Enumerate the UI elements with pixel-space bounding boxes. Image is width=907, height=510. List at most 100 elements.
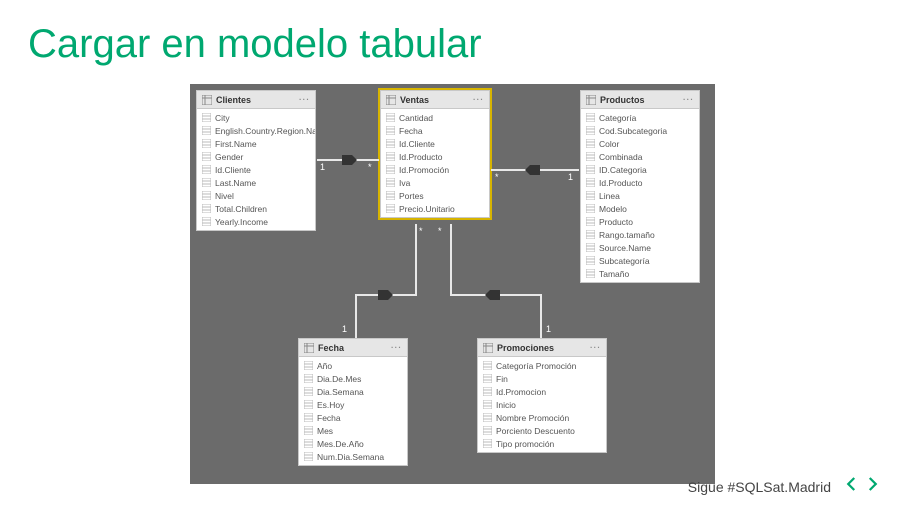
field-label: Categoría	[599, 113, 636, 123]
field-item[interactable]: Categoría Promoción	[478, 359, 606, 372]
column-icon	[483, 413, 492, 422]
more-icon[interactable]: ···	[299, 95, 310, 104]
diagram-canvas[interactable]: Clientes ··· CityEnglish.Country.Region.…	[190, 84, 715, 484]
field-item[interactable]: Num.Dia.Semana	[299, 450, 407, 463]
field-item[interactable]: Last.Name	[197, 176, 315, 189]
prev-slide-button[interactable]	[843, 475, 861, 498]
field-label: Id.Promoción	[399, 165, 449, 175]
field-label: Producto	[599, 217, 633, 227]
field-item[interactable]: Id.Producto	[381, 150, 489, 163]
column-icon	[386, 191, 395, 200]
field-item[interactable]: English.Country.Region.Na...	[197, 124, 315, 137]
field-item[interactable]: Id.Promocion	[478, 385, 606, 398]
rel-card-many: *	[495, 172, 499, 182]
table-ventas[interactable]: Ventas ··· CantidadFechaId.ClienteId.Pro…	[380, 90, 490, 218]
next-slide-button[interactable]	[863, 475, 881, 498]
field-list: Categoría PromociónFinId.PromocionInicio…	[478, 357, 606, 452]
field-label: Portes	[399, 191, 424, 201]
table-promociones[interactable]: Promociones ··· Categoría PromociónFinId…	[477, 338, 607, 453]
table-title: Fecha	[318, 343, 344, 353]
column-icon	[386, 178, 395, 187]
column-icon	[304, 413, 313, 422]
arrow-icon	[378, 290, 388, 300]
field-item[interactable]: Dia.De.Mes	[299, 372, 407, 385]
column-icon	[386, 126, 395, 135]
field-item[interactable]: Subcategoría	[581, 254, 699, 267]
field-item[interactable]: Tipo promoción	[478, 437, 606, 450]
field-item[interactable]: Source.Name	[581, 241, 699, 254]
field-item[interactable]: Cantidad	[381, 111, 489, 124]
more-icon[interactable]: ···	[590, 343, 601, 352]
field-label: Id.Producto	[599, 178, 642, 188]
more-icon[interactable]: ···	[683, 95, 694, 104]
field-item[interactable]: Modelo	[581, 202, 699, 215]
rel-promo-ventas-v	[540, 294, 542, 338]
table-icon	[586, 95, 596, 105]
table-clientes[interactable]: Clientes ··· CityEnglish.Country.Region.…	[196, 90, 316, 231]
field-label: Mes.De.Año	[317, 439, 364, 449]
field-item[interactable]: ID.Categoria	[581, 163, 699, 176]
column-icon	[483, 387, 492, 396]
column-icon	[586, 113, 595, 122]
field-label: First.Name	[215, 139, 257, 149]
rel-card-many: *	[368, 162, 372, 172]
column-icon	[304, 400, 313, 409]
field-label: Linea	[599, 191, 620, 201]
field-item[interactable]: City	[197, 111, 315, 124]
field-item[interactable]: Id.Promoción	[381, 163, 489, 176]
field-item[interactable]: Id.Cliente	[197, 163, 315, 176]
field-item[interactable]: Fecha	[299, 411, 407, 424]
more-icon[interactable]: ···	[473, 95, 484, 104]
field-item[interactable]: Cod.Subcategoria	[581, 124, 699, 137]
field-item[interactable]: Id.Cliente	[381, 137, 489, 150]
field-item[interactable]: Precio.Unitario	[381, 202, 489, 215]
field-label: Iva	[399, 178, 410, 188]
more-icon[interactable]: ···	[391, 343, 402, 352]
field-item[interactable]: Total.Children	[197, 202, 315, 215]
field-list: Año Dia.De.MesDia.SemanaEs.HoyFechaMes Mes…	[299, 357, 407, 465]
rel-fecha-ventas-v	[355, 294, 357, 338]
field-item[interactable]: Linea	[581, 189, 699, 202]
field-label: Source.Name	[599, 243, 651, 253]
field-item[interactable]: Iva	[381, 176, 489, 189]
field-item[interactable]: Tamaño	[581, 267, 699, 280]
field-item[interactable]: Inicio	[478, 398, 606, 411]
column-icon	[586, 204, 595, 213]
field-item[interactable]: Nombre Promoción	[478, 411, 606, 424]
table-title: Clientes	[216, 95, 251, 105]
table-fecha[interactable]: Fecha ··· AñoDia.De.MesDia.SemanaEs.HoyF…	[298, 338, 408, 466]
field-item[interactable]: Categoría	[581, 111, 699, 124]
field-item[interactable]: Combinada	[581, 150, 699, 163]
column-icon	[386, 152, 395, 161]
column-icon	[483, 400, 492, 409]
field-item[interactable]: Fecha	[381, 124, 489, 137]
field-item[interactable]: Fin	[478, 372, 606, 385]
field-item[interactable]: Rango.tamaño	[581, 228, 699, 241]
field-label: Porciento Descuento	[496, 426, 575, 436]
column-icon	[304, 387, 313, 396]
table-title: Productos	[600, 95, 645, 105]
column-icon	[586, 178, 595, 187]
field-label: Categoría Promoción	[496, 361, 576, 371]
column-icon	[586, 126, 595, 135]
arrow-icon	[490, 290, 500, 300]
field-item[interactable]: Porciento Descuento	[478, 424, 606, 437]
field-item[interactable]: Yearly.Income	[197, 215, 315, 228]
field-item[interactable]: Es.Hoy	[299, 398, 407, 411]
slide-title: Cargar en modelo tabular	[28, 22, 482, 67]
field-item[interactable]: Mes.De.Año	[299, 437, 407, 450]
field-item[interactable]: Producto	[581, 215, 699, 228]
field-item[interactable]: Gender	[197, 150, 315, 163]
field-item[interactable]: Id.Producto	[581, 176, 699, 189]
field-item[interactable]: Color	[581, 137, 699, 150]
field-item[interactable]: Nivel	[197, 189, 315, 202]
field-item[interactable]: Año	[299, 359, 407, 372]
table-productos[interactable]: Productos ··· CategoríaCod.SubcategoriaC…	[580, 90, 700, 283]
column-icon	[304, 361, 313, 370]
field-item[interactable]: First.Name	[197, 137, 315, 150]
field-item[interactable]: Mes	[299, 424, 407, 437]
field-item[interactable]: Portes	[381, 189, 489, 202]
field-item[interactable]: Dia.Semana	[299, 385, 407, 398]
field-label: Yearly.Income	[215, 217, 268, 227]
field-label: Dia.De.Mes	[317, 374, 361, 384]
